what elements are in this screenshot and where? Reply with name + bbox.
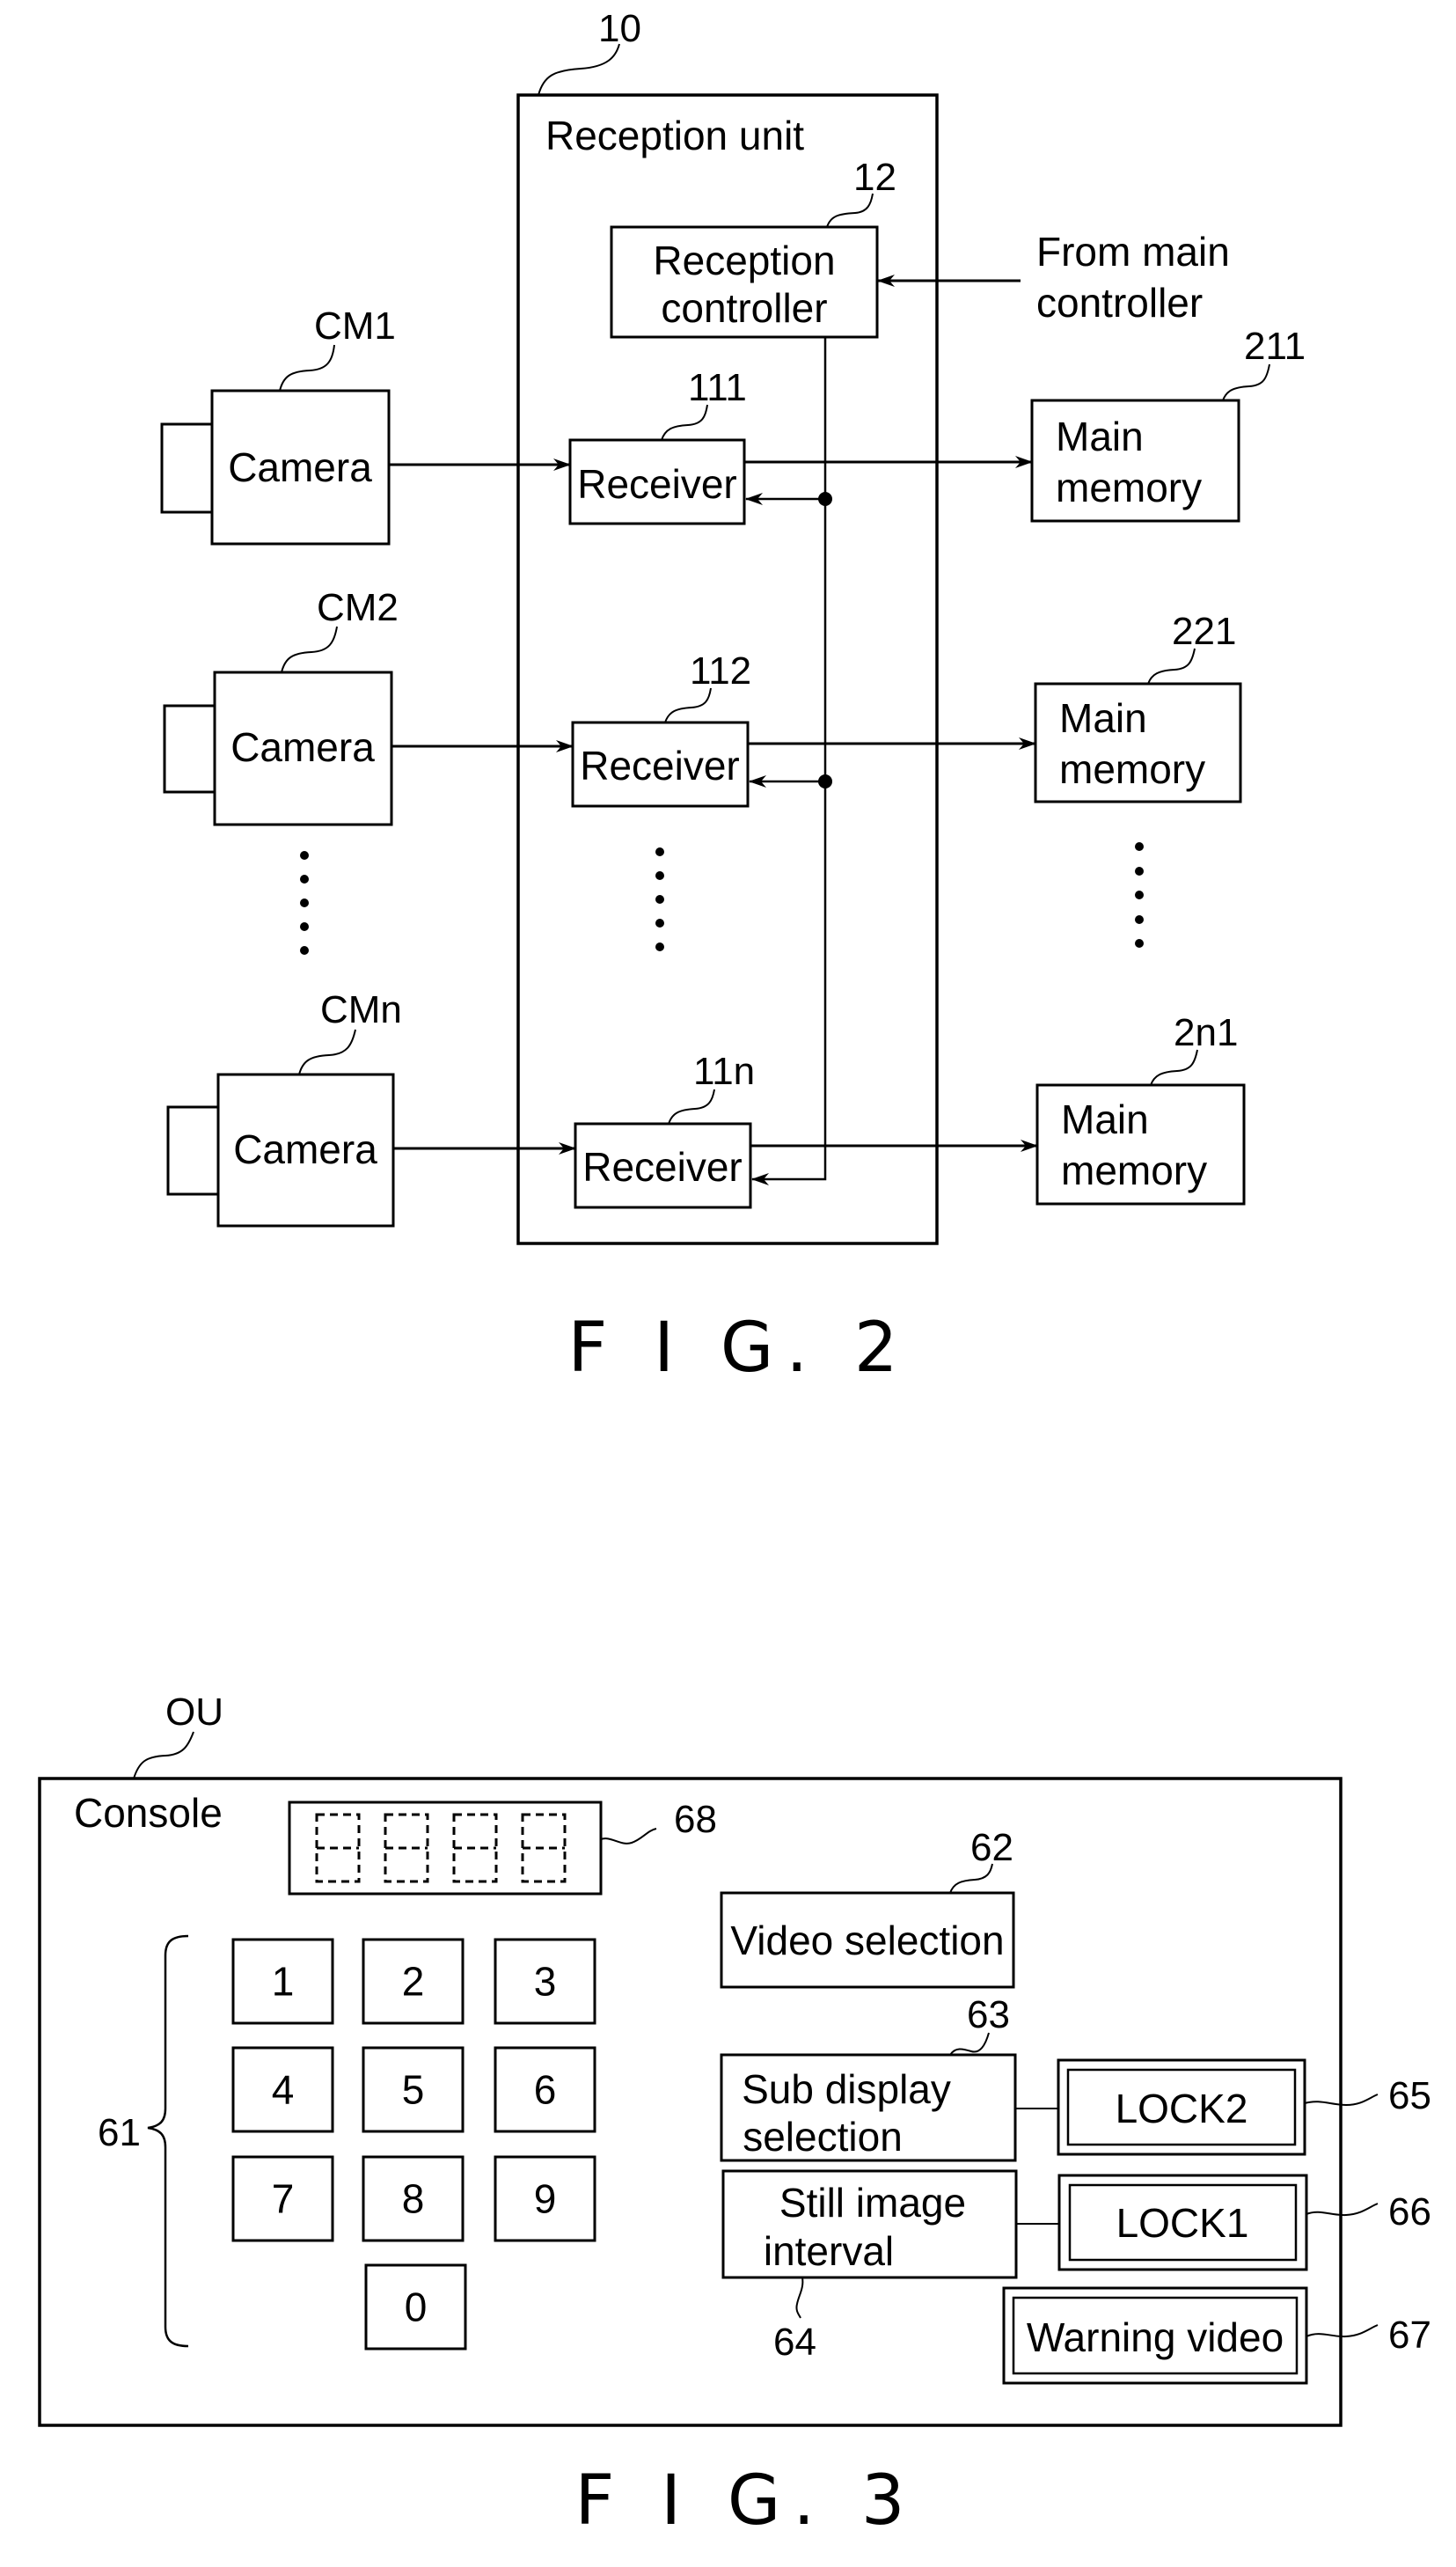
camera-lens-icon xyxy=(163,704,216,794)
keypad-key-label: 7 xyxy=(272,2176,295,2222)
sub-display-selection-line1: Sub display xyxy=(742,2066,951,2112)
receiver-111-label: Receiver xyxy=(577,461,737,507)
keypad-key-9[interactable]: 9 xyxy=(494,2155,596,2242)
keypad-key-label: 0 xyxy=(405,2285,428,2330)
lock1-button[interactable]: 66 LOCK1 xyxy=(1057,2174,1431,2271)
camera-n-label: Camera xyxy=(233,1126,377,1172)
lock1-ref: 66 xyxy=(1388,2190,1431,2233)
video-selection-ref: 62 xyxy=(970,1826,1013,1869)
keypad-key-label: 9 xyxy=(534,2176,557,2222)
sub-display-selection-ref: 63 xyxy=(967,1993,1010,2036)
external-input-line1: From main xyxy=(1036,229,1230,275)
camera-2-label: Camera xyxy=(230,724,375,770)
main-memory-211-line2: memory xyxy=(1056,465,1202,510)
keypad-key-label: 5 xyxy=(402,2067,425,2113)
still-image-interval-ref: 64 xyxy=(773,2321,816,2364)
figure-2: 10 Reception unit 12 Reception controlle… xyxy=(160,7,1306,1388)
reception-controller-line1: Reception xyxy=(653,238,835,283)
keypad-key-8[interactable]: 8 xyxy=(362,2155,465,2242)
main-memory-221-line2: memory xyxy=(1059,746,1205,792)
figure-3: OU Console 68 61 1 2 34 5 67 8 90 62 Video sel… xyxy=(38,1691,1431,2541)
keypad-key-3[interactable]: 3 xyxy=(494,1938,596,2025)
main-memory-221-line1: Main xyxy=(1059,695,1147,741)
ellipsis-memories xyxy=(1135,842,1144,948)
keypad-key-6[interactable]: 6 xyxy=(494,2046,596,2133)
receiver-112-label: Receiver xyxy=(580,743,740,788)
console-leader xyxy=(133,1731,194,1779)
main-memory-221-ref: 221 xyxy=(1172,610,1236,653)
keypad-key-label: 6 xyxy=(534,2067,557,2113)
receiver-111-ref: 111 xyxy=(688,366,747,409)
keypad-key-label: 4 xyxy=(272,2067,295,2113)
lock2-button[interactable]: 65 LOCK2 xyxy=(1057,2058,1431,2156)
ellipsis-cameras xyxy=(300,851,309,955)
display-ref: 68 xyxy=(674,1798,717,1841)
camera-lens-icon xyxy=(166,1105,220,1196)
still-image-interval-line2: interval xyxy=(764,2228,894,2274)
console-ref: OU xyxy=(165,1691,223,1734)
keypad-key-5[interactable]: 5 xyxy=(362,2046,465,2133)
camera-2-ref: CM2 xyxy=(317,586,399,629)
receiver-112-ref: 112 xyxy=(690,649,751,693)
camera-lens-icon xyxy=(160,422,214,514)
still-image-interval-line1: Still image xyxy=(779,2180,966,2226)
lock2-ref: 65 xyxy=(1388,2074,1431,2117)
keypad-key-7[interactable]: 7 xyxy=(231,2155,334,2242)
sub-display-selection-line2: selection xyxy=(743,2114,903,2160)
main-memory-2n1-line1: Main xyxy=(1061,1096,1149,1142)
main-memory-211-line1: Main xyxy=(1056,414,1144,459)
camera-n-ref: CMn xyxy=(320,988,402,1031)
reception-unit-leader xyxy=(538,43,620,96)
keypad-key-1[interactable]: 1 xyxy=(231,1938,334,2025)
figure-3-caption: F I G. 3 xyxy=(574,2461,917,2541)
receiver-11n-label: Receiver xyxy=(582,1144,743,1190)
external-input-line2: controller xyxy=(1036,280,1203,326)
reception-unit-ref: 10 xyxy=(598,7,641,50)
keypad-key-label: 8 xyxy=(402,2176,425,2222)
keypad-key-label: 2 xyxy=(402,1959,425,2005)
receiver-11n-ref: 11n xyxy=(693,1050,755,1093)
warning-video-label: Warning video xyxy=(1027,2314,1284,2360)
video-selection-label: Video selection xyxy=(730,1918,1004,1963)
reception-controller-ref: 12 xyxy=(853,156,896,199)
keypad-key-2[interactable]: 2 xyxy=(362,1938,465,2025)
main-memory-2n1-ref: 2n1 xyxy=(1174,1011,1238,1054)
lock2-label: LOCK2 xyxy=(1116,2086,1248,2131)
lock1-label: LOCK1 xyxy=(1116,2200,1249,2246)
console-label: Console xyxy=(74,1790,223,1836)
warning-video-button[interactable]: 67 Warning video xyxy=(1002,2286,1431,2385)
reception-controller-line2: controller xyxy=(661,285,827,331)
keypad-ref: 61 xyxy=(98,2111,141,2154)
camera-1-label: Camera xyxy=(228,444,372,490)
patent-figures: 10 Reception unit 12 Reception controlle… xyxy=(38,7,1431,2541)
warning-video-ref: 67 xyxy=(1388,2314,1431,2357)
camera-1-ref: CM1 xyxy=(314,304,396,348)
main-memory-211-ref: 211 xyxy=(1244,325,1306,368)
keypad-key-label: 3 xyxy=(534,1959,557,2005)
keypad-key-4[interactable]: 4 xyxy=(231,2046,334,2133)
reception-unit-label: Reception unit xyxy=(545,113,804,158)
figure-2-caption: F I G. 2 xyxy=(567,1309,910,1388)
main-memory-2n1-line2: memory xyxy=(1061,1148,1207,1193)
keypad-key-label: 1 xyxy=(272,1959,295,2005)
keypad-key-0[interactable]: 0 xyxy=(364,2263,467,2351)
